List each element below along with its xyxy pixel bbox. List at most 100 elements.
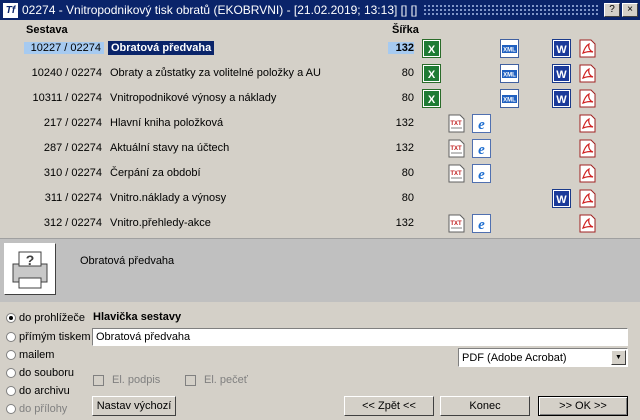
- window-title: 02274 - Vnitropodnikový tisk obratů (EKO…: [22, 3, 418, 17]
- konec-button[interactable]: Konec: [440, 396, 530, 416]
- pdf-icon[interactable]: [578, 89, 597, 108]
- internet-explorer-icon[interactable]: e: [472, 139, 491, 158]
- radio-dot: [6, 350, 16, 360]
- report-code: 10311 / 02274: [32, 92, 102, 104]
- report-width: 80: [401, 67, 414, 79]
- word-icon[interactable]: W: [552, 89, 571, 108]
- svg-text:X: X: [428, 94, 436, 106]
- table-row[interactable]: 312 / 02274 Vnitro.přehledy-akce 132 TXT e: [0, 211, 640, 236]
- internet-explorer-icon[interactable]: e: [472, 114, 491, 133]
- table-row[interactable]: 287 / 02274 Aktuální stavy na účtech 132 TX…: [0, 136, 640, 161]
- radio-label: přímým tiskem: [19, 331, 91, 343]
- report-width: 132: [395, 217, 414, 229]
- svg-text:TXT: TXT: [450, 146, 462, 152]
- svg-text:TXT: TXT: [450, 171, 462, 177]
- radio-dot: [6, 368, 16, 378]
- pdf-icon[interactable]: [578, 214, 597, 233]
- svg-text:TXT: TXT: [450, 221, 462, 227]
- table-row[interactable]: 10311 / 02274 Vnitropodnikové výnosy a ná…: [0, 86, 640, 111]
- report-name: Obratová předvaha: [108, 41, 215, 55]
- svg-text:W: W: [556, 44, 567, 56]
- svg-text:?: ?: [26, 252, 35, 268]
- pdf-icon[interactable]: [578, 64, 597, 83]
- svg-text:XML: XML: [503, 48, 516, 54]
- excel-icon[interactable]: X: [422, 39, 441, 58]
- report-width: 132: [395, 117, 414, 129]
- radio-do-prohlizece[interactable]: do prohlížeče: [6, 312, 85, 324]
- app-icon: Tf: [3, 2, 18, 18]
- table-row[interactable]: 311 / 02274 Vnitro.náklady a výnosy 80 W: [0, 186, 640, 211]
- table-row[interactable]: 10227 / 02274 Obratová předvaha 132 X XML W: [0, 36, 640, 61]
- close-button[interactable]: ×: [622, 3, 638, 17]
- excel-icon[interactable]: X: [422, 64, 441, 83]
- txt-icon[interactable]: TXT: [447, 164, 466, 183]
- report-name: Aktuální stavy na účtech: [110, 142, 230, 154]
- format-select[interactable]: PDF (Adobe Acrobat) ▼: [458, 348, 628, 367]
- radio-label: do přílohy: [19, 403, 68, 415]
- pdf-icon[interactable]: [578, 139, 597, 158]
- chevron-down-icon[interactable]: ▼: [611, 350, 626, 365]
- table-row[interactable]: 310 / 02274 Čerpání za období 80 TXT e: [0, 161, 640, 186]
- word-icon[interactable]: W: [552, 64, 571, 83]
- excel-icon[interactable]: X: [422, 89, 441, 108]
- help-button[interactable]: ?: [604, 3, 620, 17]
- checkbox-box: [185, 374, 196, 386]
- svg-text:W: W: [556, 194, 567, 206]
- internet-explorer-icon[interactable]: e: [472, 164, 491, 183]
- report-name: Obraty a zůstatky za volitelné položky a…: [110, 67, 321, 79]
- radio-do-prilohy[interactable]: do přílohy: [6, 403, 67, 415]
- svg-text:e: e: [478, 167, 485, 183]
- pdf-icon[interactable]: [578, 189, 597, 208]
- pdf-icon[interactable]: [578, 164, 597, 183]
- report-code: 312 / 02274: [43, 217, 102, 229]
- output-options-panel: do prohlížeče přímým tiskem mailem do so…: [0, 302, 640, 420]
- txt-icon[interactable]: TXT: [447, 114, 466, 133]
- radio-label: do archivu: [19, 385, 70, 397]
- description-panel: ? Obratová předvaha: [0, 238, 640, 302]
- checkbox-label: El. pečeť: [204, 374, 248, 386]
- report-name: Vnitropodnikové výnosy a náklady: [110, 92, 277, 104]
- svg-text:XML: XML: [503, 98, 516, 104]
- radio-dot: [6, 404, 16, 414]
- radio-do-souboru[interactable]: do souboru: [6, 367, 74, 379]
- xml-icon[interactable]: XML: [500, 64, 519, 83]
- ok-button[interactable]: >> OK >>: [538, 396, 628, 416]
- xml-icon[interactable]: XML: [500, 39, 519, 58]
- xml-icon[interactable]: XML: [500, 89, 519, 108]
- internet-explorer-icon[interactable]: e: [472, 214, 491, 233]
- table-row[interactable]: 10240 / 02274 Obraty a zůstatky za volite…: [0, 61, 640, 86]
- title-bar-pattern: [423, 4, 600, 16]
- report-code: 10240 / 02274: [31, 67, 102, 79]
- report-list: Sestava Šířka 10227 / 02274 Obratová před…: [0, 20, 640, 238]
- table-row[interactable]: 217 / 02274 Hlavní kniha položková 132 TXT e: [0, 111, 640, 136]
- svg-text:e: e: [478, 217, 485, 233]
- radio-label: do souboru: [19, 367, 75, 379]
- pdf-icon[interactable]: [578, 114, 597, 133]
- radio-mailem[interactable]: mailem: [6, 349, 54, 361]
- radio-primym-tiskem[interactable]: přímým tiskem: [6, 331, 91, 343]
- word-icon[interactable]: W: [552, 39, 571, 58]
- el-pecet-checkbox[interactable]: El. pečeť: [185, 374, 248, 386]
- txt-icon[interactable]: TXT: [447, 214, 466, 233]
- report-width: 132: [395, 142, 414, 154]
- word-icon[interactable]: W: [552, 189, 571, 208]
- svg-text:e: e: [478, 117, 485, 133]
- report-code: 311 / 02274: [44, 192, 102, 204]
- txt-icon[interactable]: TXT: [447, 139, 466, 158]
- report-name: Vnitro.náklady a výnosy: [110, 192, 227, 204]
- back-button[interactable]: << Zpět <<: [344, 396, 434, 416]
- printer-icon: ?: [4, 243, 56, 295]
- report-name: Vnitro.přehledy-akce: [110, 217, 211, 229]
- header-label: Hlavička sestavy: [93, 311, 182, 323]
- pdf-icon[interactable]: [578, 39, 597, 58]
- radio-dot: [6, 313, 16, 323]
- nastav-vychozi-button[interactable]: Nastav výchozí: [92, 396, 176, 416]
- el-podpis-checkbox[interactable]: El. podpis: [93, 374, 160, 386]
- radio-do-archivu[interactable]: do archivu: [6, 385, 70, 397]
- svg-text:X: X: [428, 44, 436, 56]
- report-header-input[interactable]: Obratová předvaha: [92, 328, 628, 346]
- column-header-sestava: Sestava: [26, 24, 68, 36]
- radio-dot: [6, 332, 16, 342]
- radio-dot: [6, 386, 16, 396]
- checkbox-box: [93, 374, 104, 386]
